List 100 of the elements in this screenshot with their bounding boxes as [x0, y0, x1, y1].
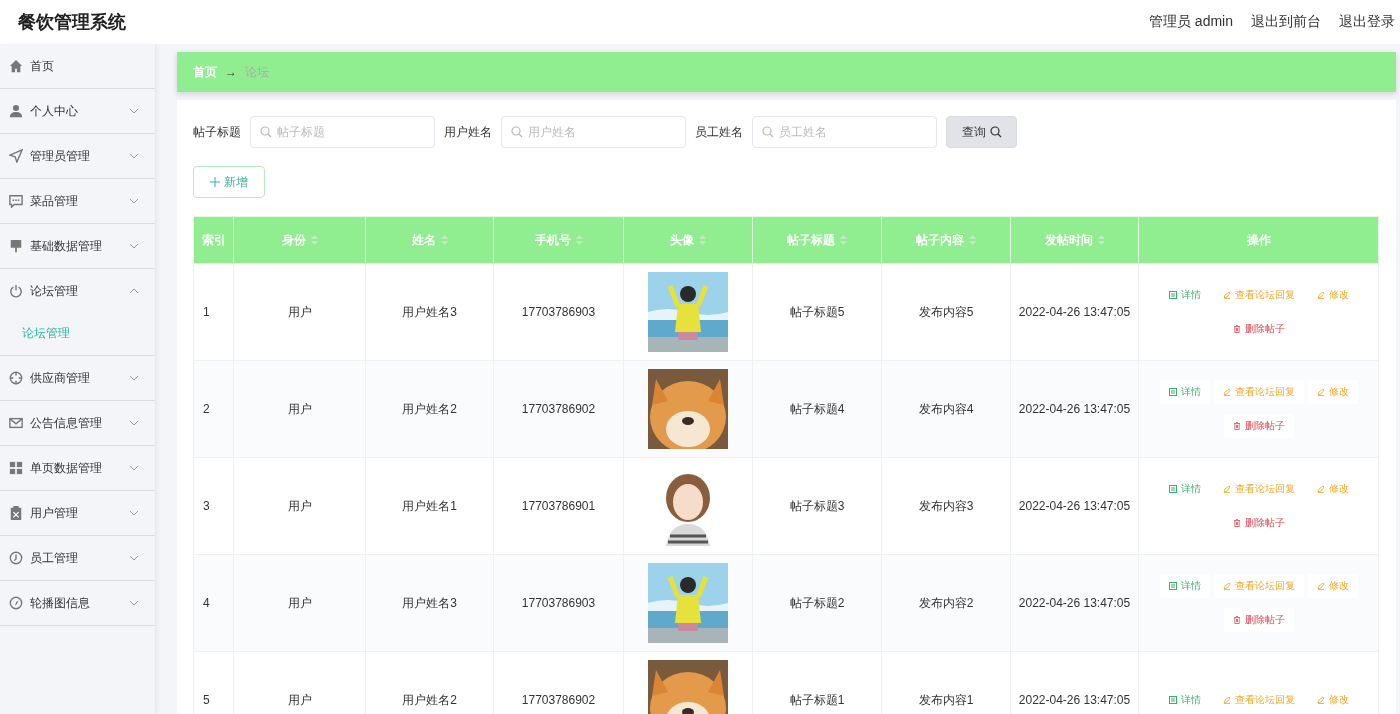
action-button[interactable]: 详情: [1159, 380, 1210, 404]
user-icon: [9, 104, 23, 118]
table-cell: 17703786903: [493, 554, 624, 652]
sort-icon[interactable]: [575, 235, 583, 245]
table-cell: 2022-04-26 13:47:05: [1010, 263, 1139, 361]
chevron-icon: [129, 510, 139, 516]
chevron-icon: [129, 198, 139, 204]
table-cell: 帖子标题4: [752, 360, 882, 458]
sort-icon[interactable]: [440, 235, 448, 245]
action-button[interactable]: 修改: [1307, 574, 1358, 598]
field-label: 用户姓名: [444, 123, 492, 141]
pencil-icon: [1222, 582, 1231, 590]
trash-icon: [1232, 519, 1241, 527]
table-cell: 1: [193, 263, 234, 361]
search-button[interactable]: 查询: [946, 116, 1017, 148]
action-button[interactable]: 详情: [1159, 574, 1210, 598]
sort-icon[interactable]: [840, 235, 847, 245]
document-icon: [1168, 696, 1177, 704]
chat-icon: [9, 194, 23, 208]
table-cell: 用户姓名3: [365, 554, 494, 652]
action-button[interactable]: 修改: [1307, 380, 1358, 404]
search-field[interactable]: 帖子标题: [250, 116, 435, 148]
document-icon: [1168, 582, 1177, 590]
table-cell: 17703786902: [493, 360, 624, 458]
table-cell: 帖子标题5: [752, 263, 882, 361]
sidebar-item[interactable]: 单页数据管理: [0, 446, 155, 490]
field-label: 帖子标题: [193, 123, 241, 141]
document-icon: [1168, 485, 1177, 493]
action-button[interactable]: 删除帖子: [1223, 414, 1294, 438]
power-icon: [9, 284, 23, 298]
search-field[interactable]: 用户姓名: [501, 116, 686, 148]
chevron-icon: [129, 465, 139, 471]
chevron-icon: [129, 243, 139, 249]
compass-icon: [9, 596, 23, 610]
table-cell: 发布内容4: [881, 360, 1011, 458]
table-cell: 2022-04-26 13:47:05: [1010, 457, 1139, 555]
table-cell: 用户姓名1: [365, 457, 494, 555]
sort-icon[interactable]: [699, 235, 706, 245]
action-button[interactable]: 查看论坛回复: [1213, 380, 1304, 404]
brush-icon: [9, 239, 23, 253]
add-button[interactable]: 新增: [193, 166, 265, 198]
mail-icon: [9, 416, 23, 430]
action-button[interactable]: 查看论坛回复: [1213, 574, 1304, 598]
table-cell: 用户: [233, 554, 366, 652]
document-icon: [1168, 388, 1177, 396]
sort-icon[interactable]: [1097, 235, 1105, 245]
table-cell: 发布内容2: [881, 554, 1011, 652]
action-button[interactable]: 删除帖子: [1223, 608, 1294, 632]
pencil-icon: [1316, 582, 1325, 590]
table-cell: 用户: [233, 360, 366, 458]
app-title: 餐饮管理系统: [18, 11, 126, 34]
search-icon: [989, 126, 1002, 138]
table-cell: 5: [193, 651, 234, 714]
trash-icon: [1232, 325, 1241, 333]
table-cell: 用户姓名3: [365, 263, 494, 361]
plus-icon: [210, 177, 220, 187]
table-cell: 2022-04-26 13:47:05: [1010, 360, 1139, 458]
header-link[interactable]: 退出登录: [1339, 13, 1395, 31]
submenu-item[interactable]: 论坛管理: [0, 313, 155, 355]
trash-icon: [1232, 616, 1241, 624]
clock-icon: [9, 551, 23, 565]
chevron-icon: [129, 600, 139, 606]
sidebar-item[interactable]: 首页: [0, 44, 155, 88]
pencil-icon: [1316, 291, 1325, 299]
breadcrumb-item: 论坛: [245, 63, 269, 81]
search-field[interactable]: 员工姓名: [752, 116, 937, 148]
pencil-icon: [1222, 291, 1231, 299]
sidebar-item[interactable]: 管理员管理: [0, 134, 155, 178]
table-cell: 帖子标题3: [752, 457, 882, 555]
table-cell: 2: [193, 360, 234, 458]
trash-icon: [1232, 422, 1241, 430]
chevron-icon: [129, 153, 139, 159]
sidebar-item[interactable]: 公告信息管理: [0, 401, 155, 445]
sidebar-item[interactable]: 员工管理: [0, 536, 155, 580]
header-link[interactable]: 退出到前台: [1251, 13, 1321, 31]
sidebar-item[interactable]: 用户管理: [0, 491, 155, 535]
clipboard-icon: [9, 506, 23, 520]
column-header: 索引: [193, 216, 234, 264]
sort-icon[interactable]: [310, 235, 318, 245]
pencil-icon: [1222, 388, 1231, 396]
sidebar-item[interactable]: 供应商管理: [0, 356, 155, 400]
document-icon: [1168, 291, 1177, 299]
sidebar-item[interactable]: 基础数据管理: [0, 224, 155, 268]
sort-icon[interactable]: [969, 235, 976, 245]
pencil-icon: [1222, 696, 1231, 704]
grid-icon: [9, 461, 23, 475]
header-link[interactable]: 管理员 admin: [1148, 13, 1233, 31]
column-header: 操作: [1138, 216, 1379, 264]
pencil-icon: [1316, 485, 1325, 493]
sidebar-item[interactable]: 菜品管理: [0, 179, 155, 223]
chevron-icon: [129, 555, 139, 561]
pencil-icon: [1316, 696, 1325, 704]
table-cell: 17703786901: [493, 457, 624, 555]
breadcrumb-separator: →: [225, 65, 237, 79]
table-cell: 4: [193, 554, 234, 652]
send-icon: [9, 149, 23, 163]
sidebar-item[interactable]: 个人中心: [0, 89, 155, 133]
sidebar-item[interactable]: 论坛管理: [0, 269, 155, 313]
sidebar-item[interactable]: 轮播图信息: [0, 581, 155, 625]
home-icon: [9, 59, 23, 73]
